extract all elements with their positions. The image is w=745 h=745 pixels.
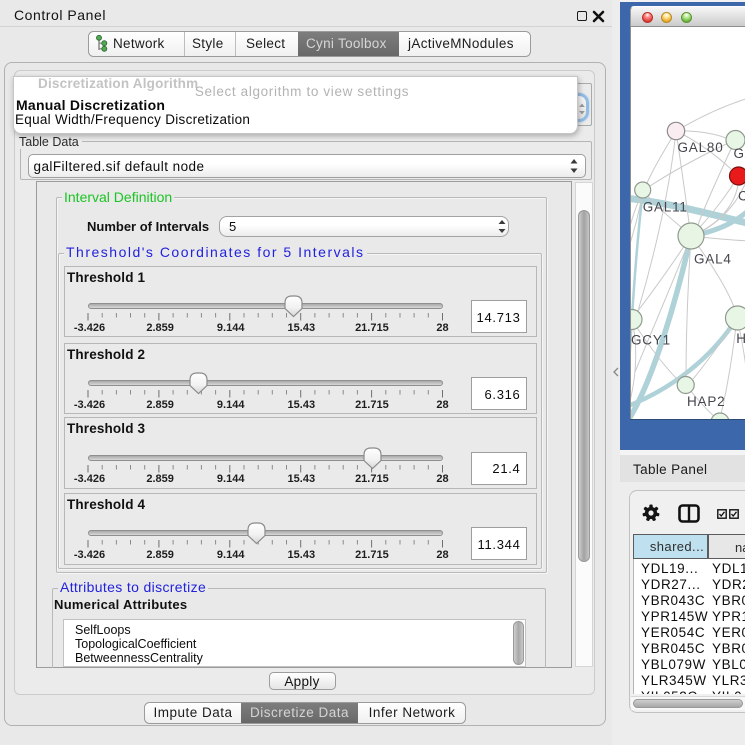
svg-text:GAL80: GAL80 — [678, 140, 724, 155]
svg-text:GAL: GAL — [734, 146, 745, 161]
svg-text:GAL4: GAL4 — [694, 252, 732, 267]
svg-text:H: H — [736, 331, 745, 346]
svg-text:HAP2: HAP2 — [687, 394, 725, 409]
svg-text:C: C — [738, 189, 745, 204]
svg-text:GCY1: GCY1 — [631, 333, 671, 348]
svg-text:GAL11: GAL11 — [643, 200, 688, 215]
